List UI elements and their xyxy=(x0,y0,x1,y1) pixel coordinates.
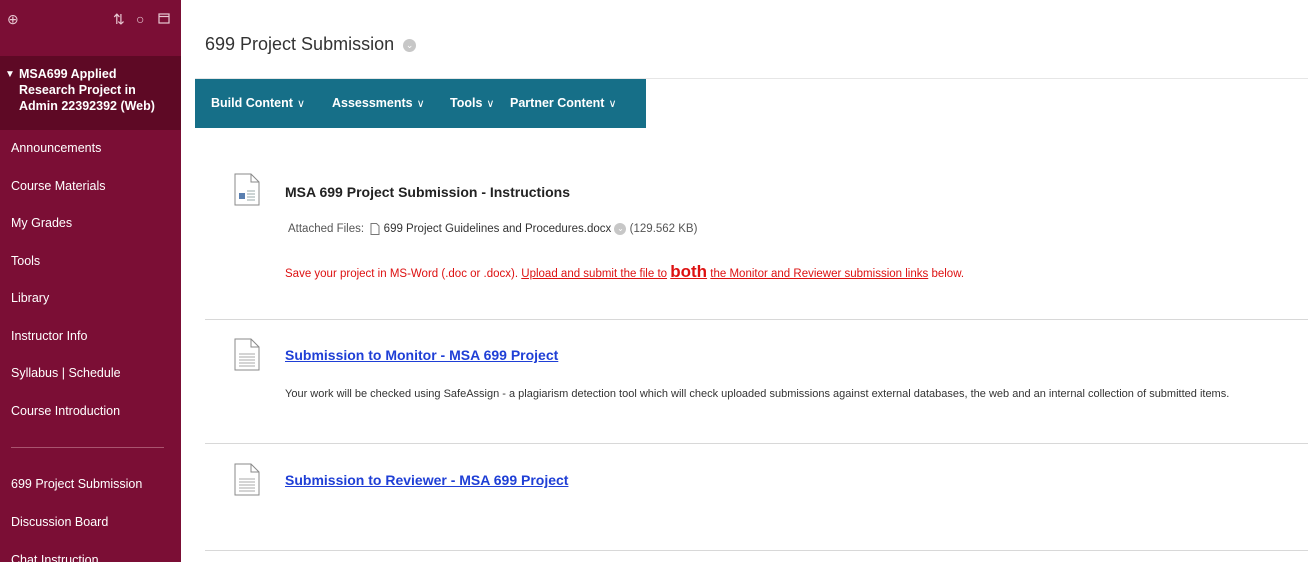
note-prefix: Save your project in MS-Word (.doc or .d… xyxy=(285,268,519,280)
course-title: MSA699 Applied Research Project in Admin… xyxy=(19,67,155,113)
attached-files-label: Attached Files: xyxy=(288,223,365,236)
sidebar-item-course-introduction[interactable]: Course Introduction xyxy=(0,393,181,431)
item-divider xyxy=(205,443,1308,444)
sidebar-item-library[interactable]: Library xyxy=(0,280,181,318)
page-title: 699 Project Submission ⌄ xyxy=(205,33,417,55)
chevron-down-icon: ∨ xyxy=(608,98,617,110)
sidebar-item-discussion-board[interactable]: Discussion Board xyxy=(0,503,181,541)
item-divider xyxy=(205,550,1308,551)
sidebar-toolbar: ⊕ ⇅ ○ xyxy=(0,0,181,56)
tools-label: Tools xyxy=(450,96,483,110)
attached-file-link[interactable]: 699 Project Guidelines and Procedures.do… xyxy=(384,223,612,235)
document-icon xyxy=(234,173,260,211)
note-suffix: below. xyxy=(931,268,965,280)
sort-icon[interactable]: ⇅ xyxy=(113,12,125,26)
instructions-title: MSA 699 Project Submission - Instruction… xyxy=(285,184,570,200)
sidebar-divider xyxy=(11,447,164,448)
collapse-triangle-icon[interactable]: ▼ xyxy=(5,69,15,80)
assessments-label: Assessments xyxy=(332,96,413,110)
sidebar-item-instructor-info[interactable]: Instructor Info xyxy=(0,318,181,356)
submission-monitor-link[interactable]: Submission to Monitor - MSA 699 Project xyxy=(285,347,558,363)
document-icon xyxy=(234,463,260,501)
page-title-text: 699 Project Submission xyxy=(205,34,395,54)
action-bar: Build Content ∨ Assessments ∨ Tools ∨ Partn… xyxy=(195,79,646,128)
build-content-label: Build Content xyxy=(211,96,293,110)
sidebar-item-syllabus-schedule[interactable]: Syllabus | Schedule xyxy=(0,355,181,393)
file-icon xyxy=(370,223,383,235)
folder-icon[interactable] xyxy=(158,12,170,26)
sidebar-item-my-grades[interactable]: My Grades xyxy=(0,205,181,243)
file-options-icon[interactable]: ⌄ xyxy=(614,223,627,235)
note-bold-both[interactable]: both xyxy=(670,262,707,281)
course-header[interactable]: ▼ MSA699 Applied Research Project in Adm… xyxy=(0,56,181,130)
course-menu: Announcements Course Materials My Grades… xyxy=(0,130,181,430)
submission-reviewer-link[interactable]: Submission to Reviewer - MSA 699 Project xyxy=(285,472,568,488)
partner-content-label: Partner Content xyxy=(510,96,605,110)
add-icon[interactable]: ⊕ xyxy=(7,12,19,26)
chevron-down-icon: ∨ xyxy=(486,98,495,110)
title-options-icon[interactable]: ⌄ xyxy=(403,38,417,52)
submission-note: Save your project in MS-Word (.doc or .d… xyxy=(285,262,964,282)
sidebar-item-course-materials[interactable]: Course Materials xyxy=(0,168,181,206)
sidebar-item-project-submission[interactable]: 699 Project Submission xyxy=(0,465,181,503)
note-link-part-b[interactable]: the Monitor and Reviewer submission link… xyxy=(710,268,928,280)
assessments-button[interactable]: Assessments ∨ xyxy=(332,79,425,128)
build-content-button[interactable]: Build Content ∨ xyxy=(211,79,305,128)
course-menu-secondary: 699 Project Submission Discussion Board … xyxy=(0,465,181,562)
chevron-down-icon: ∨ xyxy=(416,98,425,110)
document-icon xyxy=(234,338,260,376)
item-divider xyxy=(205,319,1308,320)
sidebar-item-announcements[interactable]: Announcements xyxy=(0,130,181,168)
attached-files-row: Attached Files: 699 Project Guidelines a… xyxy=(288,223,697,235)
note-link-part-a[interactable]: Upload and submit the file to xyxy=(521,268,667,280)
refresh-icon[interactable]: ○ xyxy=(136,12,144,26)
partner-content-button[interactable]: Partner Content ∨ xyxy=(510,79,617,128)
sidebar-item-tools[interactable]: Tools xyxy=(0,243,181,281)
chevron-down-icon: ∨ xyxy=(296,98,305,110)
sidebar-item-chat-instruction[interactable]: Chat Instruction xyxy=(0,541,181,562)
monitor-description: Your work will be checked using SafeAssi… xyxy=(285,388,1230,400)
file-size: (129.562 KB) xyxy=(629,223,698,236)
course-sidebar: ⊕ ⇅ ○ ▼ MSA699 Applied Research Project … xyxy=(0,0,181,562)
tools-button[interactable]: Tools ∨ xyxy=(450,79,494,128)
